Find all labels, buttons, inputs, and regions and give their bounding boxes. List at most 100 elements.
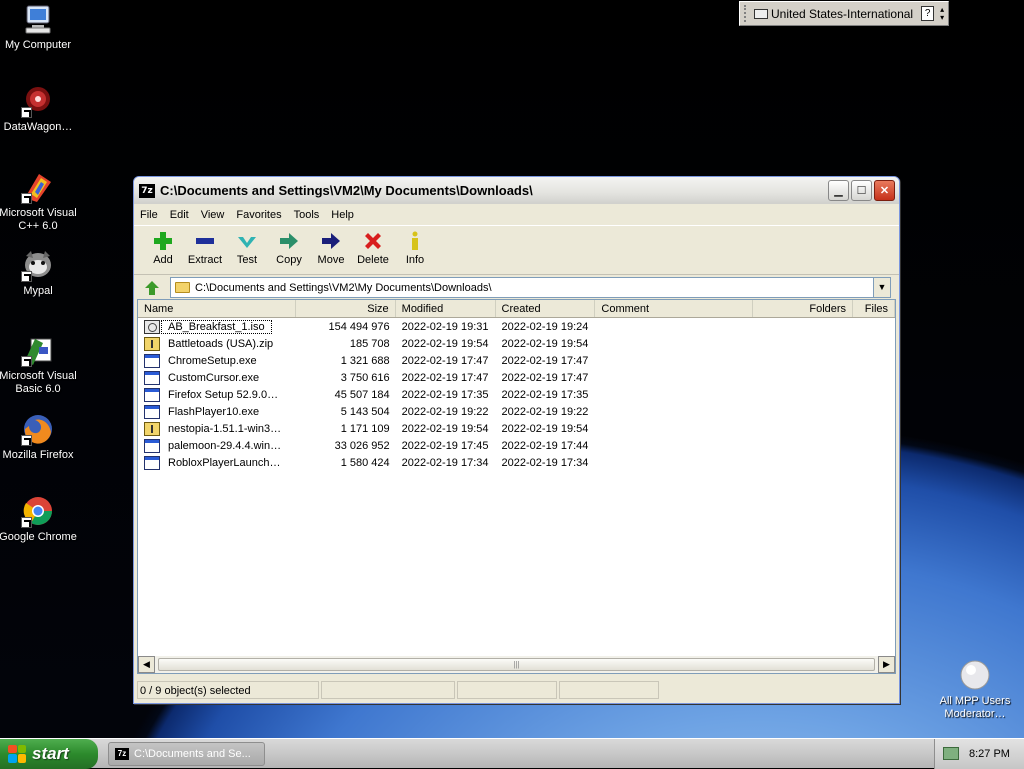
horizontal-scrollbar[interactable]: ◀ ||| ▶ <box>138 656 895 673</box>
network-icon[interactable] <box>943 747 959 760</box>
title-bar[interactable]: 7z C:\Documents and Settings\VM2\My Docu… <box>134 177 899 204</box>
minimize-button[interactable]: ▁ <box>828 180 849 201</box>
column-header-comment[interactable]: Comment <box>595 300 754 317</box>
menu-tools[interactable]: Tools <box>288 209 326 221</box>
desktop-icon-label: Microsoft Visual Basic 6.0 <box>0 370 77 395</box>
column-header-name[interactable]: Name <box>138 300 296 317</box>
file-manager-window: 7z C:\Documents and Settings\VM2\My Docu… <box>133 176 900 704</box>
extract-button[interactable]: Extract <box>184 230 226 266</box>
language-label[interactable]: United States-International <box>771 7 913 21</box>
up-folder-button[interactable] <box>140 277 164 299</box>
file-size-cell: 154 494 976 <box>328 320 390 333</box>
table-row[interactable]: Battletoads (USA).zip 185 708 2022-02-19 1… <box>138 335 895 352</box>
column-header-modified[interactable]: Modified <box>396 300 496 317</box>
grip-handle[interactable] <box>744 5 750 22</box>
status-selection: 0 / 9 object(s) selected <box>137 681 319 699</box>
close-button[interactable]: ✕ <box>874 180 895 201</box>
table-row[interactable]: FlashPlayer10.exe 5 143 504 2022-02-19 19:… <box>138 403 895 420</box>
scroll-track[interactable]: ||| <box>155 657 878 672</box>
file-created-cell: 2022-02-19 19:54 <box>501 422 589 435</box>
column-header-folders[interactable]: Folders <box>753 300 854 317</box>
delete-label: Delete <box>357 254 389 266</box>
desktop-icon-chrome[interactable]: Google Chrome <box>0 494 79 544</box>
file-name: FlashPlayer10.exe <box>168 405 260 418</box>
file-size-cell: 5 143 504 <box>340 405 390 418</box>
column-header-created[interactable]: Created <box>496 300 596 317</box>
delete-x-icon <box>365 233 381 249</box>
file-rows: AB_Breakfast_1.iso 154 494 976 2022-02-19 … <box>138 318 895 471</box>
table-row[interactable]: CustomCursor.exe 3 750 616 2022-02-19 17:4… <box>138 369 895 386</box>
copy-button[interactable]: Copy <box>268 230 310 266</box>
exe-file-icon <box>144 387 160 402</box>
exe-file-icon <box>144 353 160 368</box>
desktop-icon-datawagon[interactable]: DataWagon… <box>0 84 79 134</box>
file-name: palemoon-29.4.4.win32.i... <box>168 439 290 452</box>
delete-button[interactable]: Delete <box>352 230 394 266</box>
move-arrow-icon <box>322 233 340 249</box>
language-bar[interactable]: United States-International ? ▴ ▾ <box>739 1 949 26</box>
scroll-right-icon[interactable]: ▶ <box>878 656 895 673</box>
table-row[interactable]: ChromeSetup.exe 1 321 688 2022-02-19 17:47… <box>138 352 895 369</box>
close-icon: ✕ <box>879 185 890 197</box>
file-modified-cell: 2022-02-19 19:54 <box>401 422 489 435</box>
file-name: Battletoads (USA).zip <box>168 337 274 350</box>
file-created-cell: 2022-02-19 17:47 <box>501 371 589 384</box>
clock[interactable]: 8:27 PM <box>969 748 1010 760</box>
minus-icon <box>196 238 214 244</box>
mypal-icon <box>21 248 55 282</box>
scroll-left-icon[interactable]: ◀ <box>138 656 155 673</box>
add-button[interactable]: Add <box>142 230 184 266</box>
file-name-cell: palemoon-29.4.4.win32.i... <box>138 438 296 453</box>
info-button[interactable]: Info <box>394 230 436 266</box>
start-button[interactable]: start <box>0 738 98 769</box>
address-combobox[interactable]: C:\Documents and Settings\VM2\My Documen… <box>170 277 891 298</box>
shortcut-arrow-icon <box>21 517 32 528</box>
taskbar-window-button[interactable]: 7z C:\Documents and Se... <box>108 741 265 766</box>
address-row: C:\Documents and Settings\VM2\My Documen… <box>134 274 899 300</box>
file-created-cell: 2022-02-19 19:24 <box>501 320 589 333</box>
file-list[interactable]: Name Size Modified Created Comment Folde… <box>137 299 896 674</box>
address-path[interactable]: C:\Documents and Settings\VM2\My Documen… <box>195 282 873 294</box>
minimize-icon: ▁ <box>834 185 843 197</box>
scroll-thumb[interactable]: ||| <box>158 658 875 671</box>
desktop-icon-visual-basic[interactable]: Microsoft Visual Basic 6.0 <box>0 333 79 396</box>
menu-edit[interactable]: Edit <box>164 209 195 221</box>
menu-view[interactable]: View <box>195 209 231 221</box>
status-bar: 0 / 9 object(s) selected <box>137 680 896 700</box>
computer-icon <box>21 2 55 36</box>
column-header-files[interactable]: Files <box>853 300 896 317</box>
move-button[interactable]: Move <box>310 230 352 266</box>
test-button[interactable]: Test <box>226 230 268 266</box>
table-row[interactable]: palemoon-29.4.4.win32.i... 33 026 952 2022… <box>138 437 895 454</box>
desktop-icon-label: My Computer <box>4 39 72 51</box>
desktop-icon-mypal[interactable]: Mypal <box>0 248 79 298</box>
taskbar-window-label: C:\Documents and Se... <box>134 747 251 760</box>
file-name-cell: ChromeSetup.exe <box>138 353 296 368</box>
table-row[interactable]: Firefox Setup 52.9.0esr.... 45 507 184 202… <box>138 386 895 403</box>
help-icon[interactable]: ? <box>921 6 935 21</box>
table-row[interactable]: AB_Breakfast_1.iso 154 494 976 2022-02-19 … <box>138 318 895 335</box>
menu-file[interactable]: File <box>134 209 164 221</box>
desktop-icon-firefox[interactable]: Mozilla Firefox <box>0 412 79 462</box>
file-size-cell: 1 171 109 <box>340 422 390 435</box>
maximize-button[interactable]: ☐ <box>851 180 872 201</box>
info-icon <box>412 231 418 250</box>
menu-favorites[interactable]: Favorites <box>230 209 287 221</box>
chevron-down-icon[interactable]: ▼ <box>873 278 890 297</box>
desktop-icon-label: Microsoft Visual C++ 6.0 <box>0 207 77 232</box>
options-arrows-icon[interactable]: ▴ ▾ <box>940 5 944 22</box>
desktop-icon-visual-cpp[interactable]: Microsoft Visual C++ 6.0 <box>0 170 79 233</box>
desktop-icon-my-computer[interactable]: My Computer <box>0 2 79 52</box>
file-modified-cell: 2022-02-19 19:22 <box>401 405 489 418</box>
table-row[interactable]: nestopia-1.51.1-win32.zip 1 171 109 2022-0… <box>138 420 895 437</box>
table-row[interactable]: RobloxPlayerLauncher.exe 1 580 424 2022-02… <box>138 454 895 471</box>
file-modified-cell: 2022-02-19 17:34 <box>401 456 489 469</box>
firefox-icon <box>21 412 55 446</box>
column-header-size[interactable]: Size <box>296 300 396 317</box>
up-arrow-icon <box>145 280 159 295</box>
taskbar: start 7z C:\Documents and Se... 8:27 PM <box>0 738 1024 769</box>
desktop-icon-mpp-users[interactable]: All MPP Users Moderator… <box>934 658 1016 721</box>
file-created-cell: 2022-02-19 19:54 <box>501 337 589 350</box>
menu-help[interactable]: Help <box>325 209 360 221</box>
plus-icon <box>154 232 172 250</box>
